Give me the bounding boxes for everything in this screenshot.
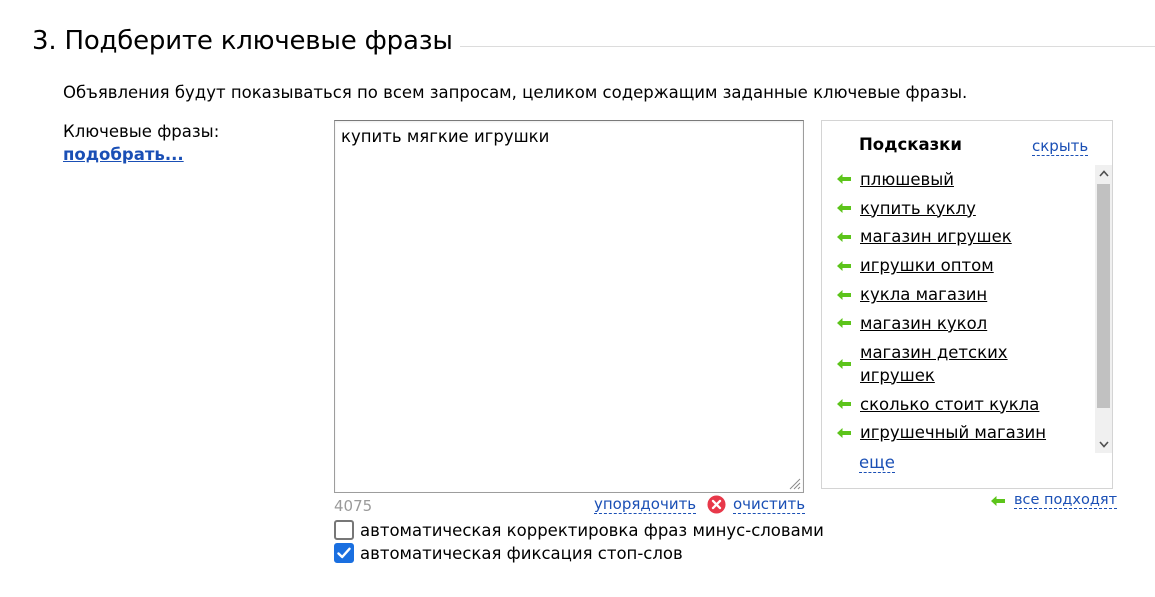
hint-text[interactable]: сколько стоит кукла	[860, 393, 1060, 416]
hint-text[interactable]: магазин игрушек	[860, 225, 1060, 248]
hint-text[interactable]: магазин детских игрушек	[860, 341, 1040, 387]
add-arrow-icon	[837, 231, 851, 242]
title-divider	[460, 46, 1155, 47]
add-arrow-icon	[837, 203, 851, 214]
option-stop-words-label: автоматическая фиксация стоп-слов	[360, 543, 683, 563]
hint-item[interactable]: игрушки оптом	[836, 251, 1092, 280]
hints-list: плюшевый купить куклу магазин игрушек иг…	[836, 165, 1092, 447]
hint-item[interactable]: магазин игрушек	[836, 223, 1092, 252]
hint-text[interactable]: кукла магазин	[860, 283, 1060, 306]
hint-item[interactable]: сколько стоит кукла	[836, 390, 1092, 419]
hint-text[interactable]: магазин кукол	[860, 312, 1060, 335]
hints-panel: Подсказки скрыть плюшевый купить куклу м…	[821, 120, 1113, 489]
option-minus-words-label: автоматическая корректировка фраз минус-…	[360, 520, 824, 540]
option-stop-words[interactable]: автоматическая фиксация стоп-слов	[334, 543, 683, 563]
sort-button[interactable]: упорядочить	[594, 496, 697, 514]
hint-item[interactable]: игрушечный магазин	[836, 419, 1092, 448]
section-description: Объявления будут показываться по всем за…	[63, 83, 968, 102]
char-counter: 4075	[334, 497, 373, 515]
add-arrow-icon	[837, 289, 851, 300]
hint-text[interactable]: игрушечный магазин	[860, 421, 1060, 444]
all-fit-button[interactable]: все подходят	[1014, 492, 1118, 509]
hint-item[interactable]: плюшевый	[836, 165, 1092, 194]
scroll-up-button[interactable]	[1095, 165, 1112, 182]
add-all-arrow-icon	[991, 496, 1005, 506]
keywords-label: Ключевые фразы:	[63, 122, 220, 141]
add-arrow-icon	[837, 399, 851, 410]
hints-scrollbar[interactable]	[1095, 165, 1112, 453]
more-hints-button[interactable]: еще	[859, 453, 895, 473]
add-arrow-icon	[837, 174, 851, 185]
hint-item[interactable]: купить куклу	[836, 194, 1092, 223]
hints-title: Подсказки	[859, 135, 962, 154]
resize-grip-icon[interactable]	[787, 476, 801, 490]
chevron-up-icon	[1098, 170, 1109, 177]
hint-text[interactable]: купить куклу	[860, 197, 1060, 220]
chevron-down-icon	[1098, 441, 1109, 448]
add-arrow-icon	[837, 358, 851, 369]
add-arrow-icon	[837, 427, 851, 438]
checkbox-stop-words[interactable]	[334, 543, 354, 563]
add-arrow-icon	[837, 318, 851, 329]
checkbox-minus-words[interactable]	[334, 520, 354, 540]
keywords-textarea-container: купить мягкие игрушки	[334, 120, 804, 493]
hint-item[interactable]: кукла магазин	[836, 280, 1092, 309]
hint-text[interactable]: плюшевый	[860, 168, 1060, 191]
add-arrow-icon	[837, 260, 851, 271]
hide-hints-button[interactable]: скрыть	[1032, 138, 1089, 156]
pick-keywords-link[interactable]: подобрать...	[63, 145, 184, 164]
hint-item[interactable]: магазин кукол	[836, 309, 1092, 338]
section-title: 3. Подберите ключевые фразы	[32, 26, 453, 56]
option-minus-words[interactable]: автоматическая корректировка фраз минус-…	[334, 520, 824, 540]
checkmark-icon	[337, 547, 351, 559]
keywords-textarea[interactable]: купить мягкие игрушки	[335, 121, 803, 492]
clear-button[interactable]: очистить	[733, 496, 806, 514]
hint-text[interactable]: игрушки оптом	[860, 254, 1060, 277]
clear-icon[interactable]	[707, 495, 726, 514]
scroll-thumb[interactable]	[1097, 184, 1110, 408]
scroll-down-button[interactable]	[1095, 436, 1112, 453]
hint-item[interactable]: магазин детских игрушек	[836, 338, 1092, 390]
